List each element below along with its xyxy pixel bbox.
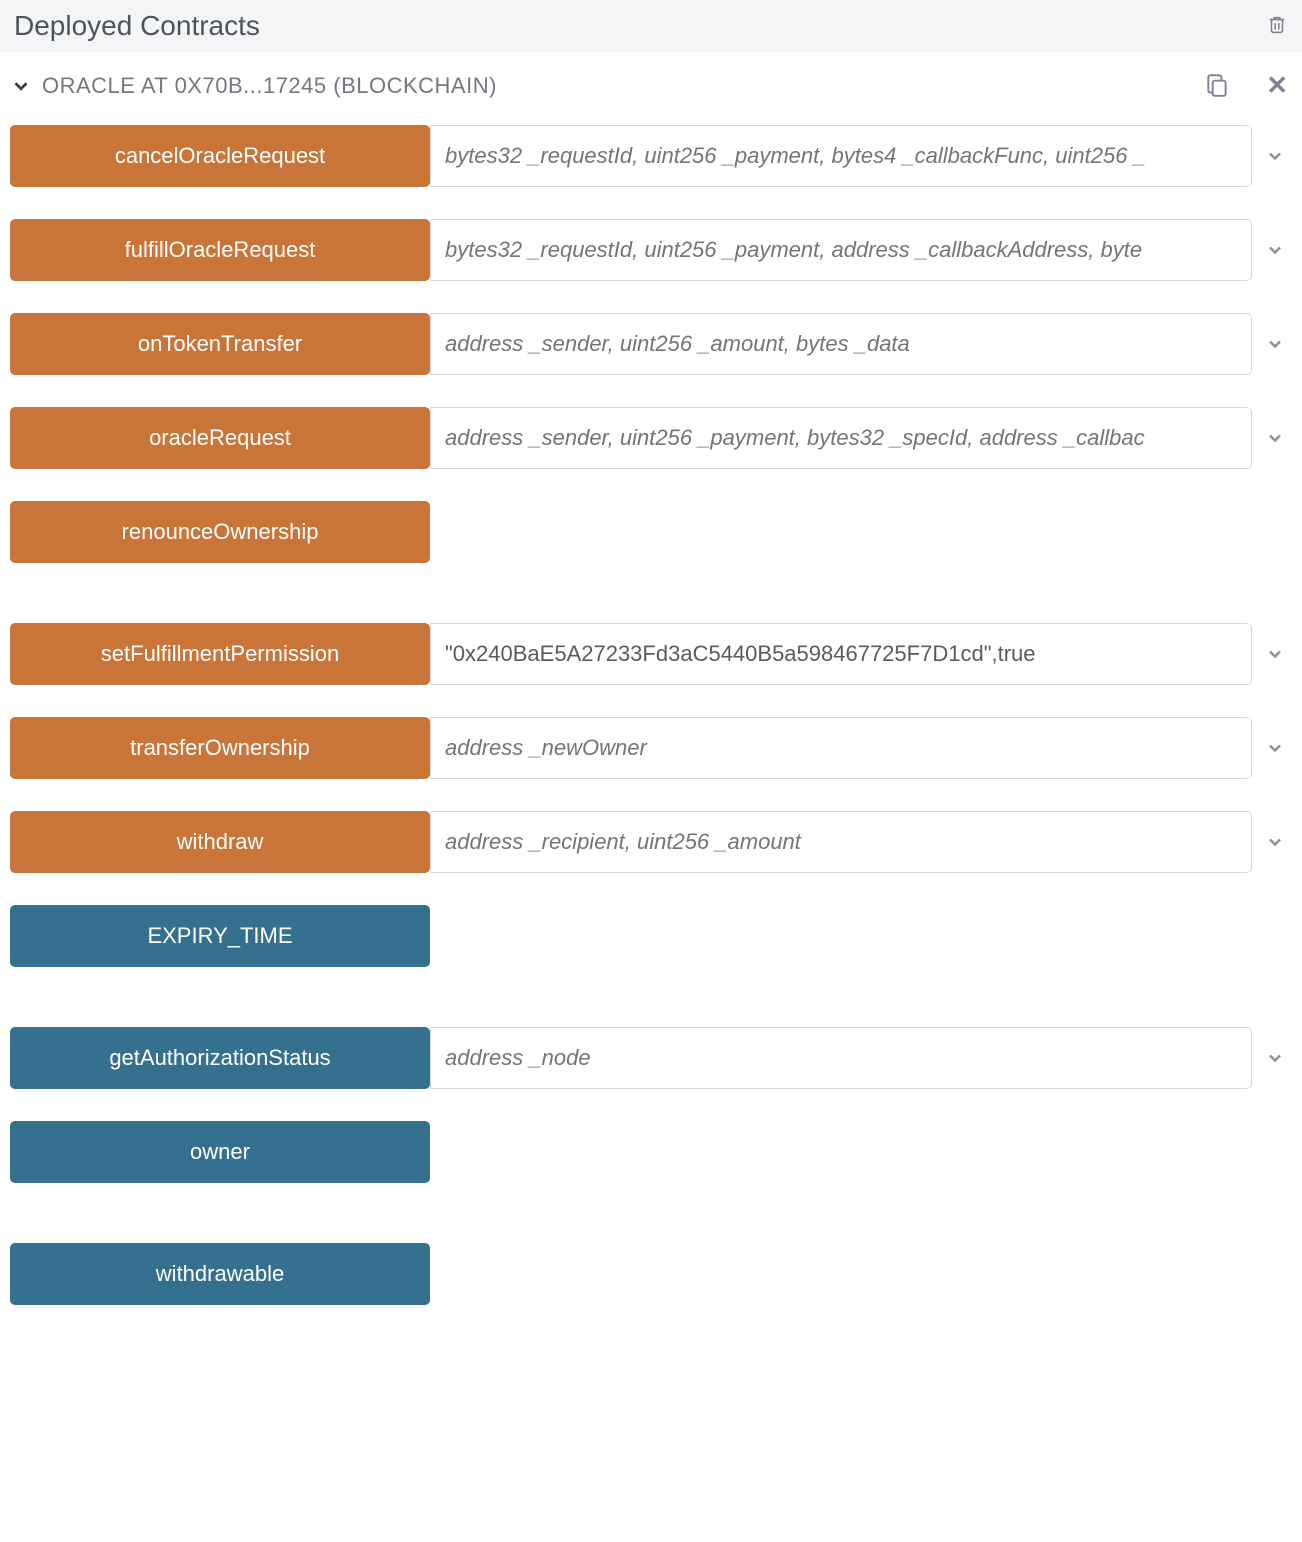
trash-icon[interactable]: [1266, 14, 1288, 38]
chevron-down-icon[interactable]: [1258, 125, 1292, 187]
function-row: fulfillOracleRequest: [10, 219, 1292, 281]
function-row: cancelOracleRequest: [10, 125, 1292, 187]
function-row: transferOwnership: [10, 717, 1292, 779]
function-button[interactable]: withdrawable: [10, 1243, 430, 1305]
chevron-down-icon[interactable]: [1258, 811, 1292, 873]
chevron-down-icon[interactable]: [1258, 1027, 1292, 1089]
chevron-down-icon[interactable]: [1258, 623, 1292, 685]
function-button[interactable]: renounceOwnership: [10, 501, 430, 563]
function-row: EXPIRY_TIME: [10, 905, 1292, 967]
function-row: withdrawable: [10, 1243, 1292, 1305]
panel-title: Deployed Contracts: [14, 10, 260, 42]
function-row: owner: [10, 1121, 1292, 1183]
chevron-down-icon[interactable]: [1258, 313, 1292, 375]
function-input-wrap: [430, 125, 1292, 187]
function-button[interactable]: EXPIRY_TIME: [10, 905, 430, 967]
contract-name: ORACLE AT 0X70B...17245 (BLOCKCHAIN): [42, 73, 1204, 99]
function-args-input[interactable]: [430, 811, 1252, 873]
function-row: renounceOwnership: [10, 501, 1292, 563]
function-button[interactable]: withdraw: [10, 811, 430, 873]
function-args-input[interactable]: [430, 219, 1252, 281]
contract-instance-row: ORACLE AT 0X70B...17245 (BLOCKCHAIN) ✕: [0, 52, 1302, 111]
close-icon[interactable]: ✕: [1266, 70, 1288, 101]
function-args-input[interactable]: [430, 1027, 1252, 1089]
function-row: getAuthorizationStatus: [10, 1027, 1292, 1089]
function-input-wrap: [430, 407, 1292, 469]
copy-icon[interactable]: [1204, 72, 1230, 100]
function-input-wrap: [430, 313, 1292, 375]
function-input-wrap: [430, 1027, 1292, 1089]
function-input-wrap: [430, 219, 1292, 281]
function-button[interactable]: oracleRequest: [10, 407, 430, 469]
function-row: oracleRequest: [10, 407, 1292, 469]
function-row: onTokenTransfer: [10, 313, 1292, 375]
chevron-down-icon[interactable]: [1258, 407, 1292, 469]
function-button[interactable]: onTokenTransfer: [10, 313, 430, 375]
function-list: cancelOracleRequest fulfillOracleRequest o…: [0, 111, 1302, 1385]
function-button[interactable]: setFulfillmentPermission: [10, 623, 430, 685]
function-row: withdraw: [10, 811, 1292, 873]
function-button[interactable]: owner: [10, 1121, 430, 1183]
chevron-down-icon[interactable]: [10, 75, 32, 97]
panel-header: Deployed Contracts: [0, 0, 1302, 52]
function-button[interactable]: cancelOracleRequest: [10, 125, 430, 187]
function-args-input[interactable]: [430, 407, 1252, 469]
chevron-down-icon[interactable]: [1258, 219, 1292, 281]
function-args-input[interactable]: [430, 717, 1252, 779]
function-input-wrap: [430, 811, 1292, 873]
function-button[interactable]: fulfillOracleRequest: [10, 219, 430, 281]
function-button[interactable]: getAuthorizationStatus: [10, 1027, 430, 1089]
function-button[interactable]: transferOwnership: [10, 717, 430, 779]
function-input-wrap: [430, 623, 1292, 685]
function-args-input[interactable]: [430, 313, 1252, 375]
function-input-wrap: [430, 717, 1292, 779]
chevron-down-icon[interactable]: [1258, 717, 1292, 779]
function-args-input[interactable]: [430, 125, 1252, 187]
function-row: setFulfillmentPermission: [10, 623, 1292, 685]
function-args-input[interactable]: [430, 623, 1252, 685]
